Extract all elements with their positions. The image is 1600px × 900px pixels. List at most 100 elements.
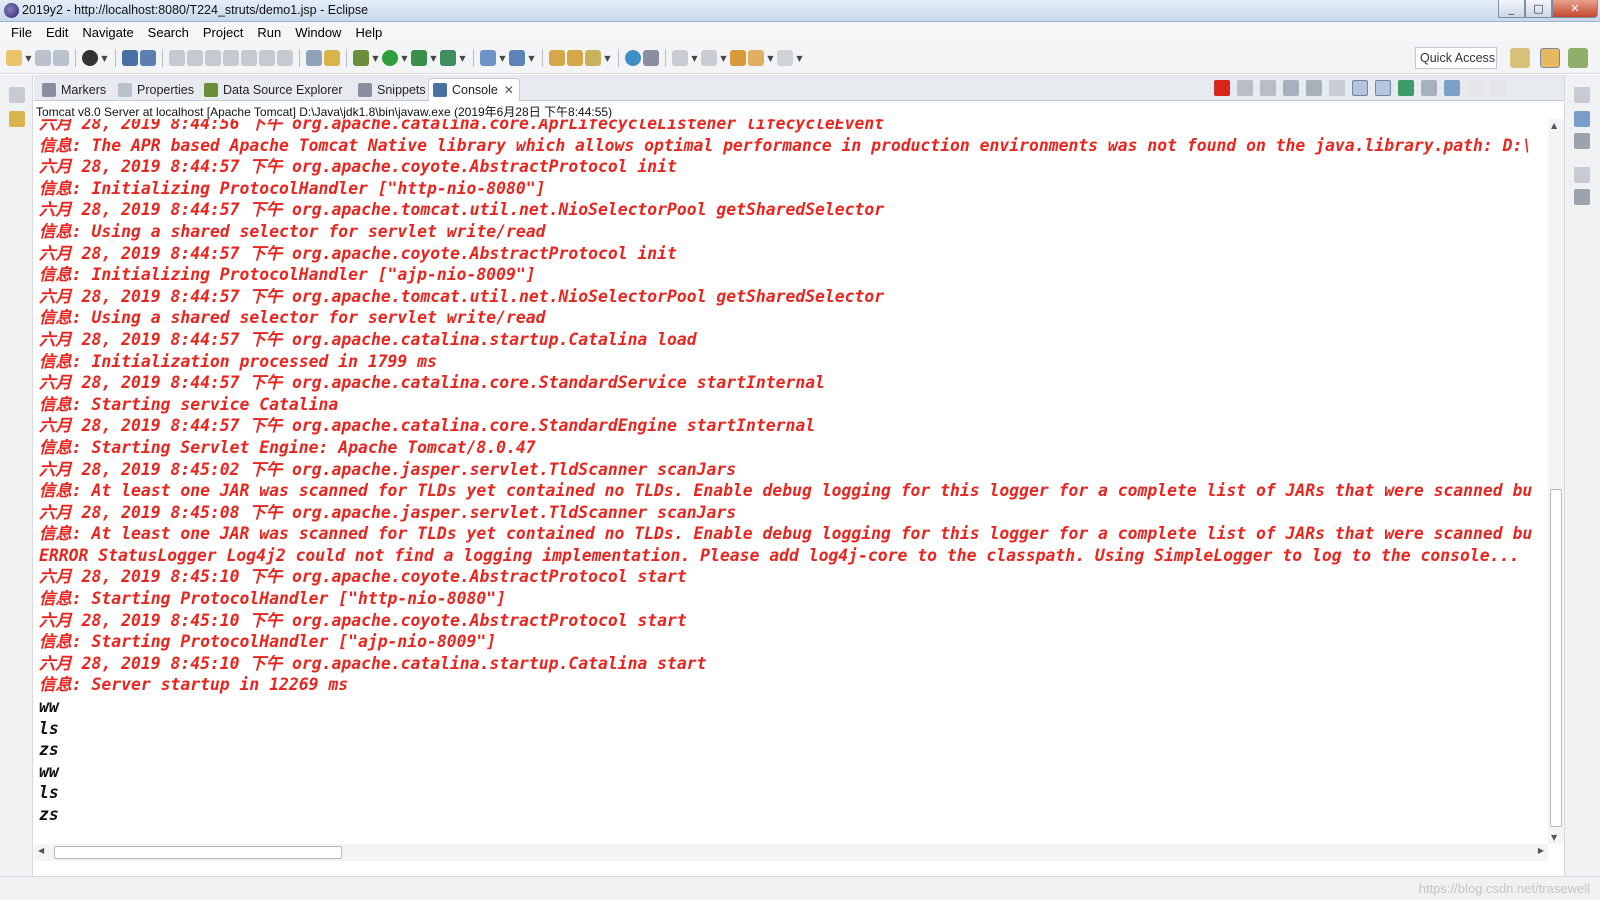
new-java-project-dropdown-icon[interactable]: ▼ (498, 54, 507, 63)
display-selected-console-icon[interactable] (1421, 80, 1437, 96)
open-console-icon[interactable] (1444, 80, 1460, 96)
restore-right-icon[interactable] (1574, 87, 1590, 103)
new-java-project-icon[interactable] (480, 50, 496, 66)
java-ee-perspective-icon[interactable] (1540, 48, 1560, 68)
console-line: 信息: The APR based Apache Tomcat Native l… (39, 135, 1533, 155)
menu-window[interactable]: Window (288, 25, 348, 40)
open-task-icon[interactable] (567, 50, 583, 66)
console-line: 六月 28, 2019 8:45:02 下午 org.apache.jasper… (39, 459, 737, 479)
task-list-icon[interactable] (1574, 133, 1590, 149)
right-trim-bar (1564, 75, 1600, 900)
scroll-down-icon[interactable]: ▼ (1551, 833, 1557, 842)
run-dropdown-icon[interactable]: ▼ (400, 54, 409, 63)
web-browser-icon[interactable] (625, 50, 641, 66)
scroll-lock-icon[interactable] (1306, 80, 1322, 96)
menu-help[interactable]: Help (348, 25, 389, 40)
servers-icon[interactable] (1574, 189, 1590, 205)
quick-access-field[interactable]: Quick Access (1415, 47, 1497, 69)
tab-properties[interactable]: Properties (114, 78, 198, 101)
minimize-button[interactable]: _ (1498, 0, 1525, 18)
close-button[interactable]: ✕ (1552, 0, 1598, 18)
skip-breakpoints-icon[interactable] (140, 50, 156, 66)
tab-data-source-explorer[interactable]: Data Source Explorer (200, 78, 347, 101)
suspend-icon[interactable] (187, 50, 203, 66)
menu-project[interactable]: Project (196, 25, 250, 40)
tab-markers[interactable]: Markers (38, 78, 110, 101)
external-tools-dropdown-icon[interactable]: ▼ (458, 54, 467, 63)
menu-search[interactable]: Search (141, 25, 196, 40)
menu-navigate[interactable]: Navigate (75, 25, 140, 40)
project-explorer-icon[interactable] (9, 111, 25, 127)
next-annotation-dropdown-icon[interactable]: ▼ (690, 54, 699, 63)
back-dropdown-icon[interactable]: ▼ (766, 54, 775, 63)
previous-annotation-dropdown-icon[interactable]: ▼ (719, 54, 728, 63)
open-perspective-icon[interactable] (1510, 48, 1530, 68)
tab-snippets[interactable]: Snippets (354, 78, 430, 101)
debug-icon[interactable] (353, 50, 369, 66)
save-all-icon[interactable] (53, 50, 69, 66)
menu-file[interactable]: File (4, 25, 39, 40)
server-icon[interactable] (324, 50, 340, 66)
remove-launch-icon[interactable] (1237, 80, 1253, 96)
word-wrap-icon[interactable] (1329, 80, 1345, 96)
previous-annotation-icon[interactable] (701, 50, 717, 66)
coverage-dropdown-icon[interactable]: ▼ (429, 54, 438, 63)
new-icon[interactable] (6, 50, 22, 66)
terminate-icon[interactable] (205, 50, 221, 66)
new-dropdown-icon[interactable]: ▼ (24, 54, 33, 63)
use-step-filters-icon[interactable] (306, 50, 322, 66)
new-class-icon[interactable] (509, 50, 525, 66)
open-console-icon[interactable] (122, 50, 138, 66)
debug-dropdown-icon[interactable]: ▼ (371, 54, 380, 63)
horizontal-scroll-thumb[interactable] (54, 846, 342, 859)
back-icon[interactable] (748, 50, 764, 66)
terminate-icon[interactable] (1214, 80, 1230, 96)
vertical-scroll-thumb[interactable] (1550, 489, 1562, 827)
resume-icon[interactable] (169, 50, 185, 66)
toggle-mark-occurrences-icon[interactable] (643, 50, 659, 66)
show-console-stdout-icon[interactable] (1352, 80, 1368, 96)
forward-icon[interactable] (777, 50, 793, 66)
restore-icon[interactable] (9, 87, 25, 103)
restore-bottom-icon[interactable] (1574, 167, 1590, 183)
debug-server-icon[interactable] (82, 50, 98, 66)
external-tools-icon[interactable] (440, 50, 456, 66)
status-bar: https://blog.csdn.net/trasewell (0, 876, 1600, 900)
debug-perspective-icon[interactable] (1568, 48, 1588, 68)
horizontal-scrollbar[interactable]: ◀ ▶ (34, 844, 1548, 861)
search-icon[interactable] (585, 50, 601, 66)
console-icon (433, 83, 447, 97)
clear-console-icon[interactable] (1283, 80, 1299, 96)
open-type-icon[interactable] (549, 50, 565, 66)
last-edit-location-icon[interactable] (730, 50, 746, 66)
disconnect-icon[interactable] (223, 50, 239, 66)
new-class-dropdown-icon[interactable]: ▼ (527, 54, 536, 63)
forward-dropdown-icon[interactable]: ▼ (795, 54, 804, 63)
scroll-up-icon[interactable]: ▲ (1551, 121, 1557, 130)
console-output[interactable]: 六月 28, 2019 8:44:56 下午 org.apache.catali… (34, 119, 1548, 865)
pin-console-icon[interactable] (1398, 80, 1414, 96)
remove-all-terminated-icon[interactable] (1260, 80, 1276, 96)
coverage-icon[interactable] (411, 50, 427, 66)
close-tab-icon[interactable]: ✕ (504, 83, 514, 97)
search-dropdown-icon[interactable]: ▼ (603, 54, 612, 63)
show-console-stderr-icon[interactable] (1375, 80, 1391, 96)
step-into-icon[interactable] (241, 50, 257, 66)
vertical-scrollbar[interactable]: ▲ ▼ (1548, 119, 1564, 844)
minimize-view-icon[interactable] (1467, 80, 1483, 96)
step-return-icon[interactable] (277, 50, 293, 66)
step-over-icon[interactable] (259, 50, 275, 66)
save-icon[interactable] (35, 50, 51, 66)
menu-run[interactable]: Run (250, 25, 288, 40)
debug-server-dropdown-icon[interactable]: ▼ (100, 54, 109, 63)
menu-edit[interactable]: Edit (39, 25, 75, 40)
maximize-view-icon[interactable] (1490, 80, 1506, 96)
scroll-right-icon[interactable]: ▶ (1538, 846, 1544, 855)
scroll-left-icon[interactable]: ◀ (38, 846, 44, 855)
tab-console[interactable]: Console ✕ (428, 78, 520, 101)
console-line: ls (39, 718, 59, 738)
outline-icon[interactable] (1574, 111, 1590, 127)
maximize-button[interactable]: □ (1525, 0, 1552, 18)
next-annotation-icon[interactable] (672, 50, 688, 66)
run-icon[interactable] (382, 50, 398, 66)
